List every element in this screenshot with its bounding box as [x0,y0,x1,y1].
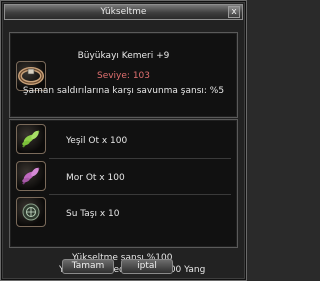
title-bar[interactable]: Yükseltme x [4,4,243,20]
close-icon[interactable]: x [228,6,240,18]
water-stone-icon[interactable] [16,197,46,227]
material-water-stone-label: Su Taşı x 10 [66,209,120,219]
divider [49,158,231,159]
purple-herb-graphic [22,167,40,185]
material-green-herb-label: Yeşil Ot x 100 [66,136,128,146]
green-herb-graphic [22,130,40,148]
material-purple-herb-label: Mor Ot x 100 [66,173,125,183]
item-level: Seviye: 103 [96,71,150,81]
water-stone-graphic [22,203,40,221]
window-title: Yükseltme [100,7,147,17]
purple-herb-icon[interactable] [16,161,46,191]
green-herb-icon[interactable] [16,124,46,154]
divider [49,194,231,195]
item-name: Büyükayı Kemeri +9 [77,51,170,61]
item-bonus: Şaman saldırılarına karşı savunma şansı:… [22,86,225,96]
materials-panel: Yeşil Ot x 100 Mor Ot x 100 Su Taşı x 10 [9,119,238,248]
ok-button[interactable]: Tamam [62,259,114,274]
item-panel: Büyükayı Kemeri +9 Seviye: 103 Şaman sal… [9,32,238,118]
upgrade-window: Yükseltme x Büyükayı Kemeri +9 Seviye: 1… [0,0,247,281]
cancel-button[interactable]: iptal [121,259,173,274]
